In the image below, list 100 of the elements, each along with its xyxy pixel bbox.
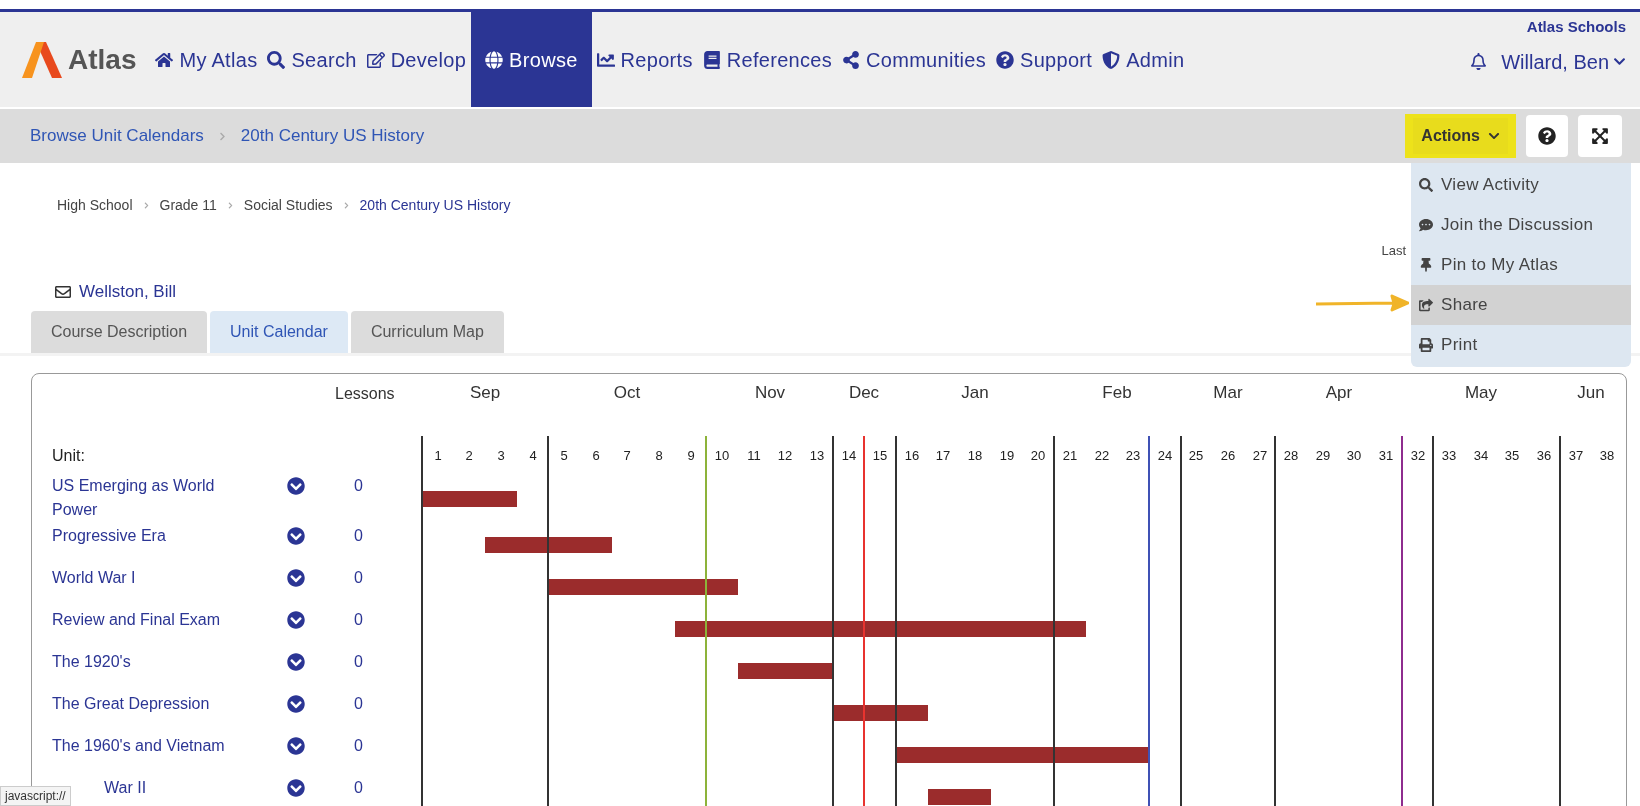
- pin-icon: [1419, 258, 1433, 272]
- week-number: 23: [1125, 448, 1141, 463]
- chevron-down-icon[interactable]: [287, 611, 305, 629]
- menu-item[interactable]: Pin to My Atlas: [1411, 245, 1631, 285]
- chevron-down-icon[interactable]: [287, 569, 305, 587]
- month-label: Jun: [1577, 383, 1605, 402]
- lessons-count: 0: [354, 476, 363, 496]
- share-icon: [1419, 298, 1433, 312]
- tab[interactable]: Curriculum Map: [350, 311, 504, 353]
- nav-item[interactable]: Browse: [471, 12, 592, 107]
- nav-item[interactable]: Communities: [837, 12, 992, 107]
- breadcrumb-link[interactable]: High School: [57, 195, 133, 216]
- breadcrumb-link[interactable]: Browse Unit Calendars: [30, 123, 204, 149]
- nav-item[interactable]: References: [697, 12, 838, 107]
- chevron-down-icon[interactable]: [287, 477, 305, 495]
- lessons-count: 0: [354, 694, 363, 714]
- week-number: 25: [1188, 448, 1204, 463]
- week-number: 19: [999, 448, 1015, 463]
- nav-item[interactable]: Support: [991, 12, 1098, 107]
- month-label: Feb: [1102, 383, 1132, 402]
- fullscreen-button[interactable]: [1578, 115, 1622, 157]
- chevron-down-icon[interactable]: [287, 653, 305, 671]
- week-number: 5: [560, 448, 568, 463]
- tab[interactable]: Course Description: [31, 311, 208, 353]
- globe-icon: [485, 50, 504, 69]
- bell-icon[interactable]: [1470, 53, 1488, 70]
- month-label: Dec: [848, 383, 880, 402]
- week-number: 33: [1441, 448, 1457, 463]
- user-menu[interactable]: Willard, Ben: [1501, 46, 1626, 77]
- pointer-arrow-icon: [1314, 293, 1409, 313]
- menu-item[interactable]: Join the Discussion: [1411, 205, 1631, 245]
- week-number: 35: [1504, 448, 1520, 463]
- unit-link[interactable]: World War I: [52, 566, 262, 590]
- logo-icon: [22, 39, 62, 80]
- menu-item[interactable]: Print: [1411, 325, 1631, 365]
- nav-item[interactable]: Develop: [361, 12, 472, 107]
- menu-item[interactable]: Share: [1411, 285, 1631, 325]
- week-number: 29: [1315, 448, 1331, 463]
- chevron-right-icon: [226, 202, 234, 209]
- breadcrumb-link[interactable]: Grade 11: [159, 195, 217, 216]
- share-icon: [842, 50, 861, 69]
- lessons-count: 0: [354, 526, 363, 546]
- menu-item[interactable]: View Activity: [1411, 165, 1631, 205]
- week-number: 17: [935, 448, 951, 463]
- week-number: 24: [1157, 448, 1173, 463]
- lessons-count: 0: [354, 610, 363, 630]
- week-number: 4: [529, 448, 537, 463]
- week-number: 26: [1220, 448, 1236, 463]
- week-number: 10: [714, 448, 730, 463]
- chevron-down-icon: [1613, 55, 1626, 68]
- expand-icon: [1591, 127, 1609, 145]
- help-icon: [996, 50, 1015, 69]
- week-number: 6: [592, 448, 600, 463]
- unit-link[interactable]: War II: [104, 776, 262, 800]
- actions-button[interactable]: Actions: [1413, 118, 1508, 154]
- chevron-down-icon[interactable]: [287, 779, 305, 797]
- home-icon: [155, 50, 174, 69]
- unit-link[interactable]: US Emerging as World Power: [52, 474, 262, 522]
- nav-item[interactable]: Admin: [1097, 12, 1190, 107]
- nav-item[interactable]: Reports: [591, 12, 698, 107]
- chevron-right-icon: [142, 202, 150, 209]
- breadcrumb-link[interactable]: 20th Century US History: [359, 195, 511, 216]
- teacher-link[interactable]: Wellston, Bill: [79, 279, 176, 305]
- week-number: 7: [623, 448, 631, 463]
- week-number: 13: [809, 448, 825, 463]
- month-label: Oct: [613, 383, 641, 402]
- speech-bubble-icon: [1419, 218, 1433, 232]
- nav-item[interactable]: Search: [262, 12, 362, 107]
- breadcrumb-link[interactable]: 20th Century US History: [240, 123, 425, 149]
- unit-link[interactable]: The 1920's: [52, 650, 262, 674]
- lessons-count: 0: [354, 568, 363, 588]
- last-updated-text: Last: [1381, 242, 1406, 260]
- organization-name: Atlas Schools: [1526, 17, 1626, 37]
- chevron-down-icon[interactable]: [287, 695, 305, 713]
- week-number: 18: [967, 448, 983, 463]
- unit-link[interactable]: Review and Final Exam: [52, 608, 262, 632]
- week-number: 37: [1568, 448, 1584, 463]
- help-icon: [1538, 127, 1556, 145]
- month-label: Jan: [961, 383, 989, 402]
- chevron-down-icon[interactable]: [287, 737, 305, 755]
- help-button[interactable]: [1526, 115, 1568, 157]
- breadcrumb-link[interactable]: Social Studies: [243, 195, 333, 216]
- week-number: 32: [1410, 448, 1426, 463]
- chart-icon: [596, 50, 615, 69]
- week-number: 8: [655, 448, 663, 463]
- week-number: 27: [1252, 448, 1268, 463]
- month-label: Apr: [1325, 383, 1353, 402]
- book-icon: [702, 50, 721, 69]
- unit-link[interactable]: The 1960's and Vietnam: [52, 734, 262, 758]
- tab[interactable]: Unit Calendar: [210, 311, 348, 353]
- logo-text: Atlas: [68, 42, 137, 77]
- unit-link[interactable]: The Great Depression: [52, 692, 262, 716]
- lessons-count: 0: [354, 652, 363, 672]
- nav-item[interactable]: My Atlas: [150, 12, 263, 107]
- envelope-icon: [55, 283, 71, 300]
- week-number: 30: [1346, 448, 1362, 463]
- unit-link[interactable]: Progressive Era: [52, 524, 262, 548]
- chevron-down-icon[interactable]: [287, 527, 305, 545]
- lessons-count: 0: [354, 736, 363, 756]
- edit-icon: [366, 50, 385, 69]
